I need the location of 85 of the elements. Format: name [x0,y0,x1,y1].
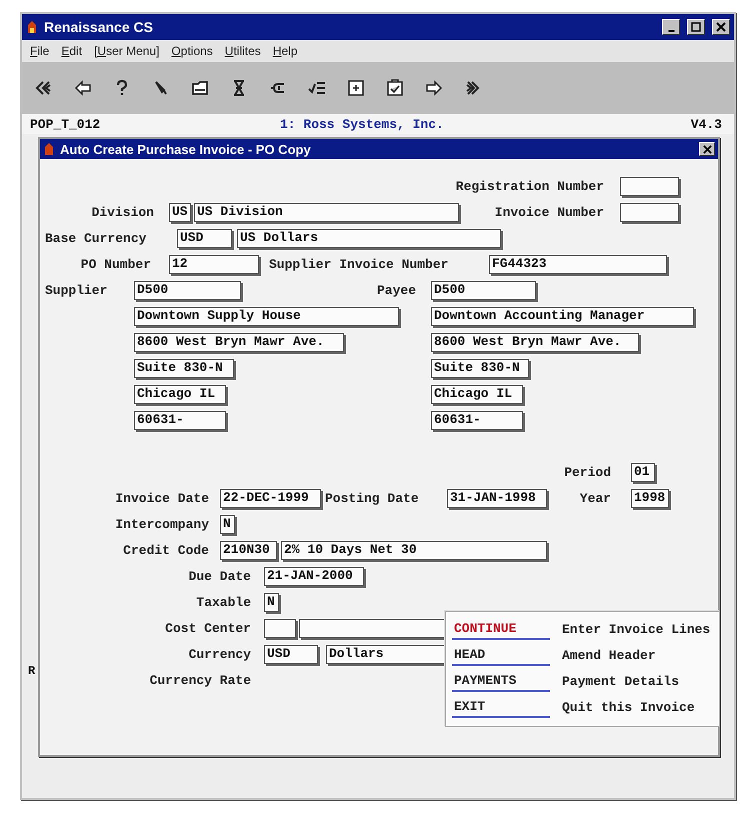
input-field[interactable]: N [264,592,279,612]
input-field[interactable] [264,618,296,638]
input-field[interactable]: 60631- [431,410,523,430]
field-label: Base Currency [45,230,148,246]
input-field[interactable]: US Dollars [237,228,501,248]
input-field[interactable]: 8600 West Bryn Mawr Ave. [134,332,344,352]
close-icon [716,22,726,32]
folder-icon[interactable] [190,78,210,98]
close-icon [702,144,712,154]
field-label: Registration Number [454,178,604,194]
arrow-left-icon[interactable] [73,78,93,98]
input-field[interactable]: 210N30 [220,540,277,560]
input-field[interactable]: USD [177,228,232,248]
field-label: Currency [188,646,251,662]
menu-command[interactable]: CONTINUE [452,618,550,640]
input-field[interactable]: N [220,514,235,534]
close-button[interactable] [712,19,730,35]
maximize-icon [691,22,701,32]
input-field[interactable]: USD [264,644,318,664]
maximize-button[interactable] [687,19,705,35]
field-label: Division [90,204,154,220]
input-field[interactable]: 22-DEC-1999 [220,488,321,508]
input-field[interactable]: US [169,202,191,222]
field-label: Credit Code [122,542,209,558]
menu-item[interactable]: Utilites [224,44,261,58]
arrow-right-icon[interactable] [424,78,444,98]
field-label: Period [563,464,611,480]
field-label: Year [578,490,611,506]
menu-item[interactable]: Options [171,44,213,58]
field-label: PO Number [80,256,151,272]
command-description: Payment Details [562,674,680,688]
input-field[interactable]: Suite 830-N [431,358,529,378]
menu-item[interactable]: Edit [61,44,82,58]
input-field[interactable]: D500 [134,280,241,300]
margin-text: R [27,664,36,678]
input-field[interactable]: 2% 10 Days Net 30 [281,540,547,560]
minimize-button[interactable] [662,19,680,35]
input-field[interactable]: 1998 [631,488,669,508]
field-label: Intercompany [114,516,209,532]
field-label: Cost Center [164,620,251,636]
close-button[interactable] [699,142,715,156]
input-field[interactable]: Chicago IL [134,384,226,404]
program-code: POP_T_012 [30,116,102,132]
command-description: Enter Invoice Lines [562,622,710,636]
input-field[interactable]: 8600 West Bryn Mawr Ave. [431,332,639,352]
input-field[interactable] [620,176,679,196]
menu-command[interactable]: HEAD [452,644,550,666]
menu-item[interactable]: File [30,44,50,58]
menu-item[interactable]: [User Menu] [94,44,160,58]
menu-item[interactable]: Help [272,44,298,58]
input-field[interactable]: 12 [169,254,259,274]
command-description: Amend Header [562,648,656,662]
field-label: Supplier Invoice Number [269,256,450,272]
input-field[interactable] [620,202,679,222]
field-label: Payee [376,282,416,298]
input-field[interactable]: Downtown Supply House [134,306,399,326]
dialog-title: Auto Create Purchase Invoice - PO Copy [60,142,312,156]
company-name: 1: Ross Systems, Inc. [280,116,445,132]
dialog-icon [43,142,55,156]
field-label: Currency Rate [148,672,251,688]
input-field[interactable]: 01 [631,462,655,482]
document-icon[interactable] [346,78,366,98]
field-label: Posting Date [325,490,420,506]
field-label: Taxable [195,594,251,610]
version-label: V4.3 [690,116,722,132]
menu-command[interactable]: EXIT [452,696,550,718]
app-icon [26,20,38,34]
field-label: Supplier [45,282,108,298]
input-field[interactable]: FG44323 [489,254,667,274]
menu-command[interactable]: PAYMENTS [452,670,550,692]
minimize-icon [668,30,674,32]
input-field[interactable]: 31-JAN-1998 [447,488,547,508]
field-label: Invoice Date [114,490,209,506]
field-label: Due Date [188,568,251,584]
input-field[interactable]: US Division [194,202,459,222]
input-field[interactable]: 60631- [134,410,226,430]
input-field[interactable]: Downtown Accounting Manager [431,306,694,326]
input-field[interactable]: Chicago IL [431,384,523,404]
clipboard-icon[interactable] [385,78,405,98]
input-field[interactable]: Suite 830-N [134,358,234,378]
field-label: Invoice Number [494,204,604,220]
command-description: Quit this Invoice [562,700,695,714]
input-field[interactable]: 21-JAN-2000 [264,566,364,586]
window-title: Renaissance CS [44,19,154,35]
input-field[interactable]: D500 [431,280,536,300]
